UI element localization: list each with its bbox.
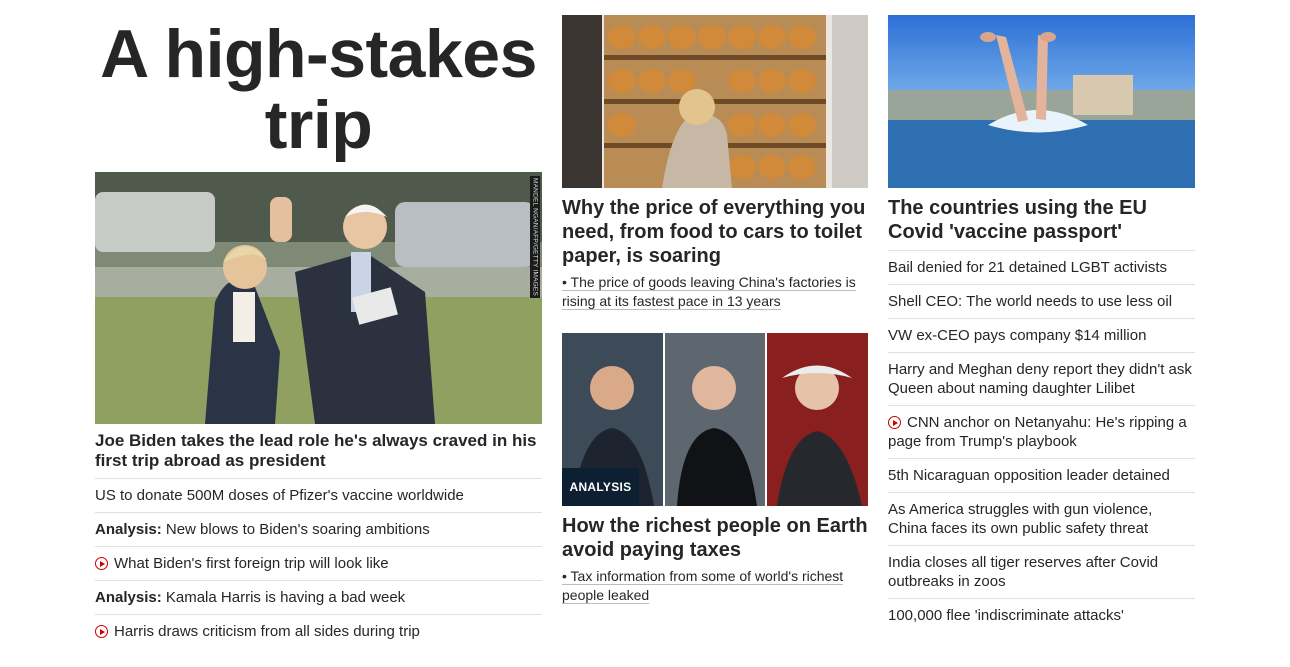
list-item[interactable]: Bail denied for 21 detained LGBT activis… [888, 251, 1195, 285]
list-item[interactable]: VW ex-CEO pays company $14 million [888, 319, 1195, 353]
story-text: What Biden's first foreign trip will loo… [114, 555, 389, 572]
lead-photo: MANDEL NGAN/AFP/GETTY IMAGES [95, 172, 542, 424]
list-item[interactable]: What Biden's first foreign trip will loo… [95, 547, 542, 581]
story-link[interactable]: Bail denied for 21 detained LGBT activis… [888, 259, 1167, 276]
story-link[interactable]: CNN anchor on Netanyahu: He's ripping a … [888, 414, 1187, 450]
story-link[interactable]: As America struggles with gun violence, … [888, 501, 1152, 537]
story-text: Bail denied for 21 detained LGBT activis… [888, 259, 1168, 276]
story-link[interactable]: Analysis: New blows to Biden's soaring a… [95, 521, 430, 538]
video-play-icon [888, 416, 901, 429]
vaccine-passport-link[interactable]: The countries using the EU Covid 'vaccin… [888, 196, 1195, 251]
story-kicker: Analysis: [95, 589, 162, 606]
taxes-story-link[interactable]: How the richest people on Earth avoid pa… [562, 514, 868, 562]
list-item[interactable]: India closes all tiger reserves after Co… [888, 546, 1195, 599]
bread-shelf-photo [562, 15, 868, 188]
lead-photo-link[interactable]: MANDEL NGAN/AFP/GETTY IMAGES [95, 172, 542, 424]
lead-column: A high-stakes trip MANDEL NGAN/AFP/GETTY… [95, 0, 542, 648]
list-item[interactable]: US to donate 500M doses of Pfizer's vacc… [95, 479, 542, 513]
price-story-link[interactable]: Why the price of everything you need, fr… [562, 196, 868, 268]
story-kicker: Analysis: [95, 521, 162, 538]
list-item[interactable]: 5th Nicaraguan opposition leader detaine… [888, 459, 1195, 493]
story-text: VW ex-CEO pays company $14 million [888, 327, 1147, 344]
story-text: As America struggles with gun violence, … [888, 501, 1153, 537]
biden-couple-photo [95, 172, 542, 424]
analysis-tag: ANALYSIS [562, 468, 639, 506]
list-item[interactable]: Analysis: New blows to Biden's soaring a… [95, 513, 542, 547]
story-text: India closes all tiger reserves after Co… [888, 554, 1159, 590]
vaccine-passport-headline: The countries using the EU Covid 'vaccin… [888, 196, 1195, 251]
swimmer-photo [888, 15, 1195, 188]
story-text: 5th Nicaraguan opposition leader detaine… [888, 467, 1170, 484]
list-item[interactable]: As America struggles with gun violence, … [888, 493, 1195, 546]
story-link[interactable]: Analysis: Kamala Harris is having a bad … [95, 589, 405, 606]
taxes-sub-link[interactable]: • Tax information from some of world's r… [562, 567, 868, 605]
list-item[interactable]: Analysis: Kamala Harris is having a bad … [95, 581, 542, 615]
price-sub-link[interactable]: • The price of goods leaving China's fac… [562, 273, 868, 311]
story-text: Harris draws criticism from all sides du… [114, 623, 420, 640]
story-text: 100,000 flee 'indiscriminate attacks' [888, 607, 1124, 624]
story-text: CNN anchor on Netanyahu: He's ripping a … [888, 414, 1187, 450]
lead-story-list: US to donate 500M doses of Pfizer's vacc… [95, 479, 542, 648]
story-link[interactable]: 100,000 flee 'indiscriminate attacks' [888, 607, 1124, 624]
lead-story-link[interactable]: Joe Biden takes the lead role he's alway… [95, 431, 542, 479]
list-item[interactable]: Shell CEO: The world needs to use less o… [888, 285, 1195, 319]
story-text: Harry and Meghan deny report they didn't… [888, 361, 1192, 397]
story-link[interactable]: What Biden's first foreign trip will loo… [95, 555, 389, 572]
price-headline: Why the price of everything you need, fr… [562, 197, 866, 267]
bakery-photo [562, 15, 868, 188]
taxes-subhead: • Tax information from some of world's r… [562, 568, 844, 604]
story-link[interactable]: India closes all tiger reserves after Co… [888, 554, 1158, 590]
billionaires-photo: ANALYSIS [562, 333, 868, 506]
story-link[interactable]: Shell CEO: The world needs to use less o… [888, 293, 1172, 310]
middle-column: Why the price of everything you need, fr… [562, 0, 868, 605]
lead-headline: Joe Biden takes the lead role he's alway… [95, 431, 542, 479]
story-text: Shell CEO: The world needs to use less o… [888, 293, 1173, 310]
photo-credit: MANDEL NGAN/AFP/GETTY IMAGES [530, 176, 540, 298]
story-link[interactable]: Harry and Meghan deny report they didn't… [888, 361, 1192, 397]
story-link[interactable]: US to donate 500M doses of Pfizer's vacc… [95, 487, 464, 504]
video-play-icon [95, 625, 108, 638]
video-play-icon [95, 557, 108, 570]
swimmer-photo-link[interactable] [888, 15, 1195, 188]
price-subhead: • The price of goods leaving China's fac… [562, 274, 856, 310]
banner-headline[interactable]: A high-stakes trip [95, 19, 542, 161]
bakery-photo-link[interactable] [562, 15, 868, 188]
list-item[interactable]: CNN anchor on Netanyahu: He's ripping a … [888, 406, 1195, 459]
story-text: US to donate 500M doses of Pfizer's vacc… [95, 487, 464, 504]
list-item[interactable]: 100,000 flee 'indiscriminate attacks' [888, 599, 1195, 632]
list-item[interactable]: Harry and Meghan deny report they didn't… [888, 353, 1195, 406]
story-text: New blows to Biden's soaring ambitions [165, 521, 430, 538]
story-link[interactable]: Harris draws criticism from all sides du… [95, 623, 420, 640]
list-item[interactable]: Harris draws criticism from all sides du… [95, 615, 542, 648]
story-text: Kamala Harris is having a bad week [165, 589, 406, 606]
right-story-list: Bail denied for 21 detained LGBT activis… [888, 251, 1195, 632]
diving-legs-photo [888, 15, 1195, 188]
right-column: The countries using the EU Covid 'vaccin… [888, 0, 1195, 632]
story-link[interactable]: VW ex-CEO pays company $14 million [888, 327, 1146, 344]
billionaires-photo-link[interactable]: ANALYSIS [562, 333, 868, 506]
taxes-headline: How the richest people on Earth avoid pa… [562, 515, 868, 561]
story-link[interactable]: 5th Nicaraguan opposition leader detaine… [888, 467, 1170, 484]
